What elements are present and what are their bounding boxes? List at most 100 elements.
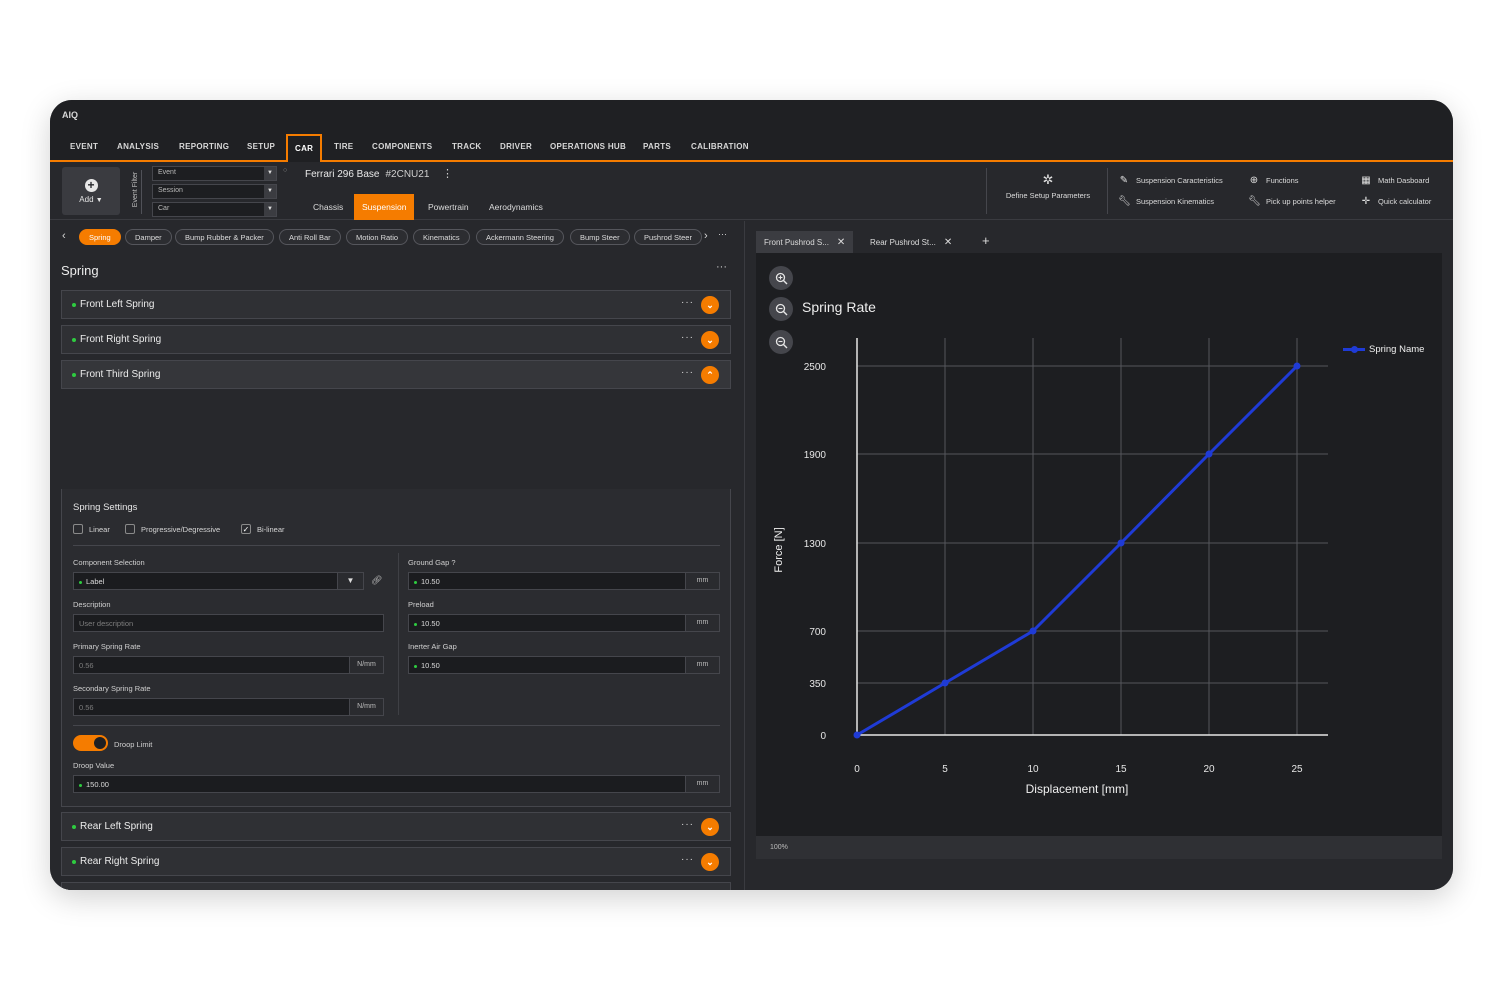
spring-editor-pane: ‹ Spring Damper Bump Rubber & Packer Ant…	[50, 221, 744, 890]
close-icon[interactable]: ✕	[944, 237, 952, 248]
status-dot	[72, 303, 76, 307]
droop-value-input[interactable]: 150.00 mm	[73, 775, 720, 793]
chip-spring[interactable]: Spring	[79, 229, 121, 245]
refresh-icon[interactable]: ○	[283, 167, 287, 174]
menu-event[interactable]: EVENT	[70, 142, 98, 151]
chevron-up-icon[interactable]: ⌃	[701, 366, 719, 384]
functions-button[interactable]: ⊕ Functions	[1248, 175, 1299, 186]
checkbox-icon	[73, 524, 83, 534]
title-bar: AIQ	[50, 100, 1453, 130]
chip-ackermann-steering[interactable]: Ackermann Steering	[476, 229, 564, 245]
more-icon[interactable]: ···	[681, 854, 694, 865]
caret-down-icon: ▼	[264, 203, 276, 216]
accordion-rear-left-spring[interactable]: Rear Left Spring ··· ⌄	[61, 812, 731, 841]
chevron-down-icon[interactable]: ⌄	[701, 296, 719, 314]
tab-front-pushrod[interactable]: Front Pushrod S... ✕	[756, 231, 854, 253]
chart-pen-icon: ✎	[1119, 175, 1129, 186]
tab-suspension[interactable]: Suspension	[354, 194, 415, 220]
suspension-characteristics-button[interactable]: ✎ Suspension Caracteristics	[1118, 175, 1223, 186]
suspension-characteristics-label: Suspension Caracteristics	[1136, 176, 1223, 185]
quick-calculator-button[interactable]: ✛ Quick calculator	[1360, 196, 1432, 207]
chip-damper[interactable]: Damper	[125, 229, 172, 245]
wrench-icon: 🔧︎	[1248, 196, 1261, 207]
accordion-rear-right-spring[interactable]: Rear Right Spring ··· ⌄	[61, 847, 731, 876]
chart-grid	[856, 338, 1328, 736]
y-tick-label: 700	[809, 627, 826, 638]
chevron-down-icon[interactable]: ⌄	[701, 818, 719, 836]
main-menu: EVENT ANALYSIS REPORTING SETUP CAR TIRE …	[50, 130, 1453, 164]
accordion-front-third-spring[interactable]: Front Third Spring ··· ⌃	[61, 360, 731, 389]
plus-circle-icon: ⊕	[1249, 175, 1259, 186]
menu-track[interactable]: TRACK	[452, 142, 482, 151]
menu-components[interactable]: COMPONENTS	[372, 142, 432, 151]
unit-label: mm	[685, 573, 719, 589]
menu-driver[interactable]: DRIVER	[500, 142, 532, 151]
tab-rear-pushrod[interactable]: Rear Pushrod St... ✕	[862, 231, 960, 253]
menu-reporting[interactable]: REPORTING	[179, 142, 229, 151]
chip-bump-rubber[interactable]: Bump Rubber & Packer	[175, 229, 274, 245]
chip-anti-roll-bar[interactable]: Anti Roll Bar	[279, 229, 341, 245]
link-icon[interactable]: 🔗︎	[371, 575, 382, 586]
component-selection-select[interactable]: Label ▼	[73, 572, 364, 590]
accordion-label: Rear Right Spring	[80, 856, 160, 867]
more-icon[interactable]: ···	[681, 332, 694, 343]
chip-bump-steer[interactable]: Bump Steer	[570, 229, 630, 245]
secondary-rate-input[interactable]: 0.56 N/mm	[73, 698, 384, 716]
accordion-front-right-spring[interactable]: Front Right Spring ··· ⌄	[61, 325, 731, 354]
status-dot	[414, 580, 417, 584]
more-icon[interactable]: ···	[681, 297, 694, 308]
chip-motion-ratio[interactable]: Motion Ratio	[346, 229, 409, 245]
status-dot	[72, 825, 76, 829]
caret-down-icon: ▼	[95, 196, 103, 204]
primary-rate-input[interactable]: 0.56 N/mm	[73, 656, 384, 674]
math-dashboard-button[interactable]: ▦ Math Dasboard	[1360, 175, 1429, 186]
description-input[interactable]: User description	[73, 614, 384, 632]
y-tick-label: 0	[820, 731, 826, 742]
droop-limit-toggle[interactable]	[73, 735, 108, 751]
chart-series	[853, 362, 1301, 739]
chip-kinematics[interactable]: Kinematics	[413, 229, 470, 245]
menu-car[interactable]: CAR	[286, 134, 323, 164]
preload-input[interactable]: 10.50 mm	[408, 614, 720, 632]
menu-operations-hub[interactable]: OPERATIONS HUB	[550, 142, 626, 151]
chevron-down-icon[interactable]: ⌄	[701, 331, 719, 349]
menu-tire[interactable]: TIRE	[334, 142, 353, 151]
chevron-right-icon[interactable]: ›	[704, 230, 708, 242]
component-chip-bar: ‹ Spring Damper Bump Rubber & Packer Ant…	[62, 229, 732, 247]
bilinear-checkbox[interactable]: ✓ Bi-linear	[241, 524, 285, 534]
more-icon[interactable]: ···	[718, 229, 727, 239]
unit-label: mm	[685, 776, 719, 792]
add-tab-icon[interactable]: +	[982, 233, 990, 248]
menu-parts[interactable]: PARTS	[643, 142, 671, 151]
ground-gap-input[interactable]: 10.50 mm	[408, 572, 720, 590]
linear-checkbox[interactable]: Linear	[73, 524, 110, 534]
chip-pushrod-steer[interactable]: Pushrod Steer	[634, 229, 702, 245]
car-options-icon[interactable]: ⋮	[442, 167, 453, 180]
section-more-icon[interactable]: ···	[716, 261, 727, 273]
functions-label: Functions	[1266, 176, 1299, 185]
tab-powertrain[interactable]: Powertrain	[420, 194, 477, 220]
suspension-kinematics-button[interactable]: 🔧︎ Suspension Kinematics	[1118, 196, 1214, 207]
droop-value-label: Droop Value	[73, 761, 115, 770]
chevron-down-icon[interactable]: ⌄	[701, 853, 719, 871]
close-icon[interactable]: ✕	[837, 237, 845, 248]
tab-aerodynamics[interactable]: Aerodynamics	[481, 194, 551, 220]
session-filter-select[interactable]: Session ▼	[152, 184, 277, 199]
chevron-left-icon[interactable]: ‹	[62, 230, 66, 242]
add-button[interactable]: + Add ▼	[62, 167, 120, 215]
pickup-points-button[interactable]: 🔧︎ Pick up points helper	[1248, 196, 1336, 207]
progressive-checkbox[interactable]: Progressive/Degressive	[125, 524, 220, 534]
car-filter-select[interactable]: Car ▼	[152, 202, 277, 217]
menu-analysis[interactable]: ANALYSIS	[117, 142, 159, 151]
accordion-front-left-spring[interactable]: Front Left Spring ··· ⌄	[61, 290, 731, 319]
status-dot	[79, 783, 82, 787]
define-setup-button[interactable]: ✲ Define Setup Parameters	[998, 172, 1098, 200]
more-icon[interactable]: ···	[681, 819, 694, 830]
tab-chassis[interactable]: Chassis	[305, 194, 351, 220]
menu-setup[interactable]: SETUP	[247, 142, 275, 151]
more-icon[interactable]: ···	[681, 367, 694, 378]
menu-calibration[interactable]: CALIBRATION	[691, 142, 749, 151]
inerter-gap-input[interactable]: 10.50 mm	[408, 656, 720, 674]
event-filter-label: Event Filter	[130, 170, 142, 214]
event-filter-select[interactable]: Event ▼	[152, 166, 277, 181]
